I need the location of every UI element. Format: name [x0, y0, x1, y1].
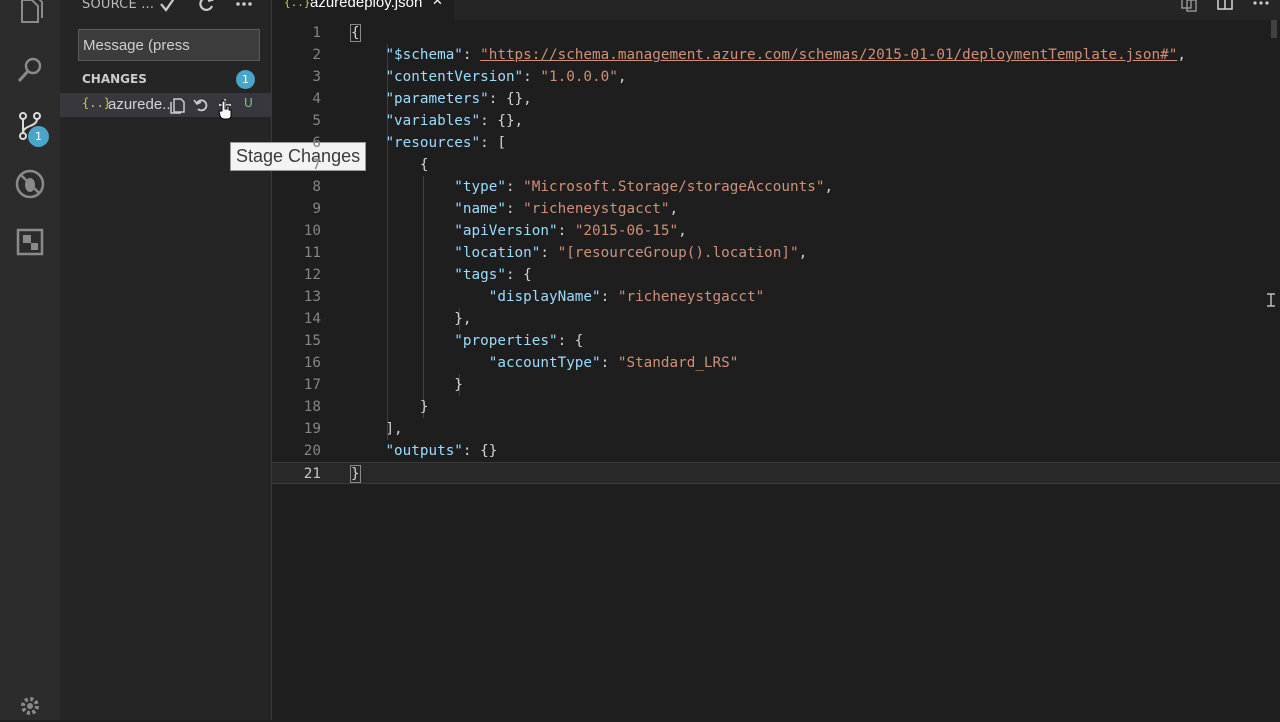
code-line: 14 }, — [303, 311, 472, 327]
commit-check-icon[interactable] — [158, 0, 178, 14]
scrollbar-thumb[interactable] — [1271, 20, 1277, 38]
open-changes-icon[interactable] — [1180, 0, 1198, 12]
tab-label: azuredeploy.json — [310, 0, 423, 11]
code-line: 13 "displayName": "richeneystgacct" — [303, 289, 765, 305]
hand-cursor-icon — [218, 100, 232, 120]
code-line: 20 "outputs": {} — [303, 443, 498, 459]
code-line: 4 "parameters": {}, — [312, 91, 532, 107]
extensions-icon[interactable] — [14, 226, 46, 258]
current-code-line: 21} — [272, 462, 1280, 484]
code-line: 10 "apiVersion": "2015-06-15", — [303, 223, 687, 239]
debug-icon[interactable] — [14, 168, 46, 200]
search-icon[interactable] — [14, 54, 46, 86]
code-line: 16 "accountType": "Standard_LRS" — [303, 355, 739, 371]
changes-header[interactable]: CHANGES — [82, 72, 147, 86]
code-line: 11 "location": "[resourceGroup().locatio… — [303, 245, 808, 261]
more-actions-icon[interactable] — [1252, 0, 1270, 12]
explorer-icon[interactable] — [14, 0, 46, 28]
untracked-status-badge: U — [244, 96, 253, 110]
code-line: 7 { — [312, 157, 429, 173]
code-line: 12 "tags": { — [303, 267, 532, 283]
commit-message-input[interactable] — [78, 29, 260, 61]
changes-count-badge: 1 — [236, 70, 255, 89]
close-icon[interactable]: ✕ — [432, 0, 443, 9]
code-line: 18 } — [303, 399, 429, 415]
discard-changes-icon[interactable] — [192, 96, 210, 114]
refresh-icon[interactable] — [196, 0, 216, 14]
open-file-icon[interactable] — [170, 96, 188, 114]
editor-actions — [1180, 0, 1270, 12]
code-line: 15 "properties": { — [303, 333, 584, 349]
code-editor[interactable]: 1{ 2 "$schema": "https://schema.manageme… — [272, 22, 1280, 720]
json-file-icon: {..} — [82, 96, 111, 110]
code-line: 5 "variables": {}, — [312, 113, 524, 129]
json-file-icon: {..} — [284, 0, 311, 9]
changed-file-row[interactable]: {..} azurede.. U — [60, 93, 271, 117]
more-actions-icon[interactable] — [234, 0, 254, 14]
split-editor-icon[interactable] — [1216, 0, 1234, 12]
code-line: 2 "$schema": "https://schema.management.… — [312, 47, 1186, 63]
code-line: 6 "resources": [ — [312, 135, 506, 151]
changed-file-name: azurede.. — [108, 96, 171, 113]
tab-azuredeploy-json[interactable]: {..} azuredeploy.json ✕ — [272, 0, 454, 20]
activity-bar: 1 — [0, 0, 60, 720]
scm-badge: 1 — [28, 126, 49, 147]
code-line: 9 "name": "richeneystgacct", — [312, 201, 679, 217]
code-line: 1{ — [312, 24, 361, 42]
code-line: 3 "contentVersion": "1.0.0.0", — [312, 69, 627, 85]
code-line: 19 ], — [303, 421, 403, 437]
code-line: 8 "type": "Microsoft.Storage/storageAcco… — [312, 179, 834, 195]
source-control-sidebar: SOURCE ... CHANGES 1 {..} azurede.. U — [60, 0, 272, 720]
sidebar-title: SOURCE ... — [82, 0, 155, 12]
code-line: 17 } — [303, 377, 463, 393]
sidebar-actions — [158, 0, 254, 14]
editor-tab-bar: {..} azuredeploy.json ✕ — [272, 0, 1280, 20]
text-cursor-icon — [1266, 292, 1276, 307]
gear-icon[interactable] — [18, 694, 42, 718]
